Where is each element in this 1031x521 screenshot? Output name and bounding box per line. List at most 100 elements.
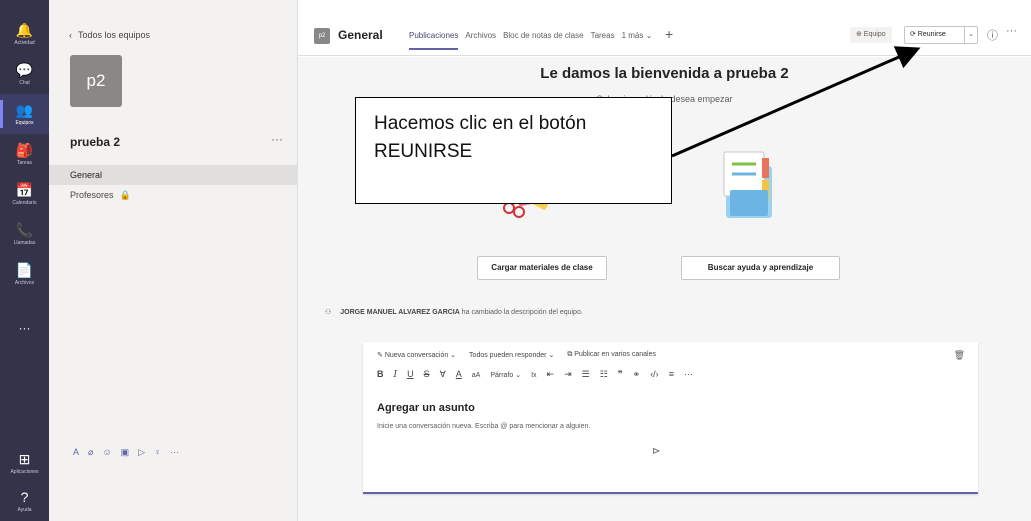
channel-profesores[interactable]: Profesores 🔒 [49, 185, 297, 205]
rail-assignments[interactable]: 🎒 Tareas [0, 134, 49, 174]
tab-tareas[interactable]: Tareas [591, 31, 615, 40]
outdent-icon[interactable]: ⇤ [547, 369, 555, 380]
add-tab-button[interactable]: + [665, 26, 673, 42]
more-format-icon[interactable]: ··· [684, 369, 693, 379]
channel-tabs: Publicaciones Archivos Bloc de notas de … [409, 31, 653, 50]
format-icon[interactable]: A [73, 447, 79, 458]
lock-icon: 🔒 [119, 190, 131, 200]
rail-label: Equipos [15, 119, 34, 126]
instruction-callout: Hacemos clic en el botón REUNIRSE [355, 97, 672, 204]
channel-label: Profesores [70, 190, 114, 200]
channel-avatar: p2 [314, 28, 330, 44]
trash-icon[interactable]: 🗑 [954, 350, 965, 361]
phone-icon: 📞 [15, 221, 34, 238]
rail-help[interactable]: ? Ayuda [0, 481, 49, 521]
horizontal-rule-icon[interactable]: ≡ [669, 369, 674, 379]
clear-format-icon[interactable]: Ix [531, 372, 536, 379]
channel-title: General [338, 28, 383, 42]
team-avatar: p2 [70, 55, 122, 107]
praise-icon[interactable]: ♀ [154, 447, 161, 458]
files-icon: 📄 [15, 261, 34, 278]
tab-archivos[interactable]: Archivos [465, 31, 496, 40]
compose-options: ✎ Nueva conversación ⌄ Todos pueden resp… [377, 351, 656, 359]
meet-button[interactable]: ⟳ Reunirse [905, 27, 964, 43]
teams-icon: 👥 [15, 101, 34, 118]
channel-header: p2 General Publicaciones Archivos Bloc d… [298, 0, 1031, 56]
strikethrough-button[interactable]: S [424, 369, 430, 379]
rail-label: Aplicaciones [10, 468, 39, 475]
italic-button[interactable]: I [394, 370, 398, 380]
back-label: Todos los equipos [78, 30, 151, 40]
bold-button[interactable]: B [377, 369, 384, 379]
compose-bottom-toolbar: A ⌀ ☺ ▣ ▷ ♀ ··· [73, 447, 179, 458]
numbered-list-icon[interactable]: ☷ [600, 369, 608, 380]
tab-bloc-de-notas[interactable]: Bloc de notas de clase [503, 31, 584, 40]
upload-materials-button[interactable]: Cargar materiales de clase [477, 256, 607, 280]
font-size-icon[interactable]: aA [472, 372, 481, 379]
apps-icon: ⊞ [18, 450, 31, 467]
chat-icon: 💬 [15, 61, 34, 78]
indent-icon[interactable]: ⇥ [564, 369, 572, 380]
team-activity-icon: ⚇ [325, 309, 332, 316]
chevron-left-icon: ‹ [69, 30, 72, 40]
tab-more[interactable]: 1 más ⌄ [622, 31, 653, 40]
emoji-icon[interactable]: ☺ [102, 447, 111, 458]
rail-teams[interactable]: 👥 Equipos [0, 94, 49, 134]
gif-icon[interactable]: ▣ [121, 447, 130, 458]
rail-label: Ayuda [17, 506, 32, 513]
tab-publicaciones[interactable]: Publicaciones [409, 31, 459, 50]
reply-setting-dropdown[interactable]: Todos pueden responder ⌄ [469, 351, 554, 359]
channel-label: General [70, 170, 103, 180]
app-rail: 🔔 Actividad 💬 Chat 👥 Equipos 🎒 Tareas 📅 … [0, 0, 49, 521]
underline-button[interactable]: U [407, 369, 414, 379]
activity-text: ha cambiado la descripción del equipo. [461, 309, 583, 316]
channel-general[interactable]: General [49, 165, 297, 185]
rail-more[interactable]: ··· [0, 308, 49, 348]
activity-author: JORGE MANUEL ALVAREZ GARCIA [340, 309, 460, 316]
message-input[interactable]: Inicie una conversación nueva. Escriba @… [377, 423, 590, 430]
publish-channels-button[interactable]: ⧉ Publicar en varios canales [567, 351, 656, 359]
sticker-icon[interactable]: ▷ [138, 447, 145, 458]
welcome-title: Le damos la bienvenida a prueba 2 [540, 65, 789, 82]
meet-dropdown-button[interactable]: ⌄ [964, 27, 977, 43]
rail-label: Chat [19, 79, 30, 86]
format-toolbar: B I U S ∀ A aA Párrafo ⌄ Ix ⇤ ⇥ ☰ ☷ ❞ ⚭ … [377, 369, 693, 380]
code-icon[interactable]: ‹/› [650, 369, 659, 379]
rail-activity[interactable]: 🔔 Actividad [0, 14, 49, 54]
find-help-button[interactable]: Buscar ayuda y aprendizaje [681, 256, 840, 280]
info-icon[interactable]: ⓘ [987, 27, 998, 43]
meet-button-group: ⟳ Reunirse ⌄ [904, 26, 978, 44]
new-conversation-dropdown[interactable]: ✎ Nueva conversación ⌄ [377, 351, 456, 359]
help-learning-illustration [723, 151, 772, 218]
highlight-icon[interactable]: ∀ [440, 369, 446, 380]
rail-files[interactable]: 📄 Archivos [0, 254, 49, 294]
rail-chat[interactable]: 💬 Chat [0, 54, 49, 94]
rail-calendar[interactable]: 📅 Calendario [0, 174, 49, 214]
rail-label: Archivos [14, 279, 35, 286]
team-pill[interactable]: ⊕ Equipo [850, 27, 892, 43]
rail-label: Tareas [16, 159, 32, 166]
more-tools-icon[interactable]: ··· [170, 447, 179, 458]
team-more-icon[interactable]: ··· [271, 132, 283, 146]
team-name: prueba 2 [70, 135, 121, 149]
send-icon[interactable]: ⊳ [652, 446, 660, 457]
quote-icon[interactable]: ❞ [618, 369, 623, 380]
link-icon[interactable]: ⚭ [633, 369, 641, 380]
bell-icon: 🔔 [15, 21, 34, 38]
edit-icon: ✎ [377, 352, 385, 359]
activity-message: ⚇ JORGE MANUEL ALVAREZ GARCIA ha cambiado… [325, 308, 583, 316]
compose-box: ✎ Nueva conversación ⌄ Todos pueden resp… [363, 342, 978, 494]
rail-label: Actividad [14, 39, 35, 46]
rail-label: Llamadas [13, 239, 36, 246]
calendar-icon: 📅 [15, 181, 34, 198]
rail-calls[interactable]: 📞 Llamadas [0, 214, 49, 254]
back-to-teams-link[interactable]: ‹ Todos los equipos [69, 30, 150, 40]
font-color-icon[interactable]: A [456, 369, 462, 379]
rail-apps[interactable]: ⊞ Aplicaciones [0, 443, 49, 483]
attach-icon[interactable]: ⌀ [88, 447, 93, 458]
paragraph-dropdown[interactable]: Párrafo ⌄ [490, 371, 521, 379]
more-options-icon[interactable]: ··· [1006, 25, 1017, 37]
subject-input[interactable]: Agregar un asunto [377, 402, 475, 414]
bullet-list-icon[interactable]: ☰ [582, 369, 590, 380]
rail-label: Calendario [12, 199, 37, 206]
